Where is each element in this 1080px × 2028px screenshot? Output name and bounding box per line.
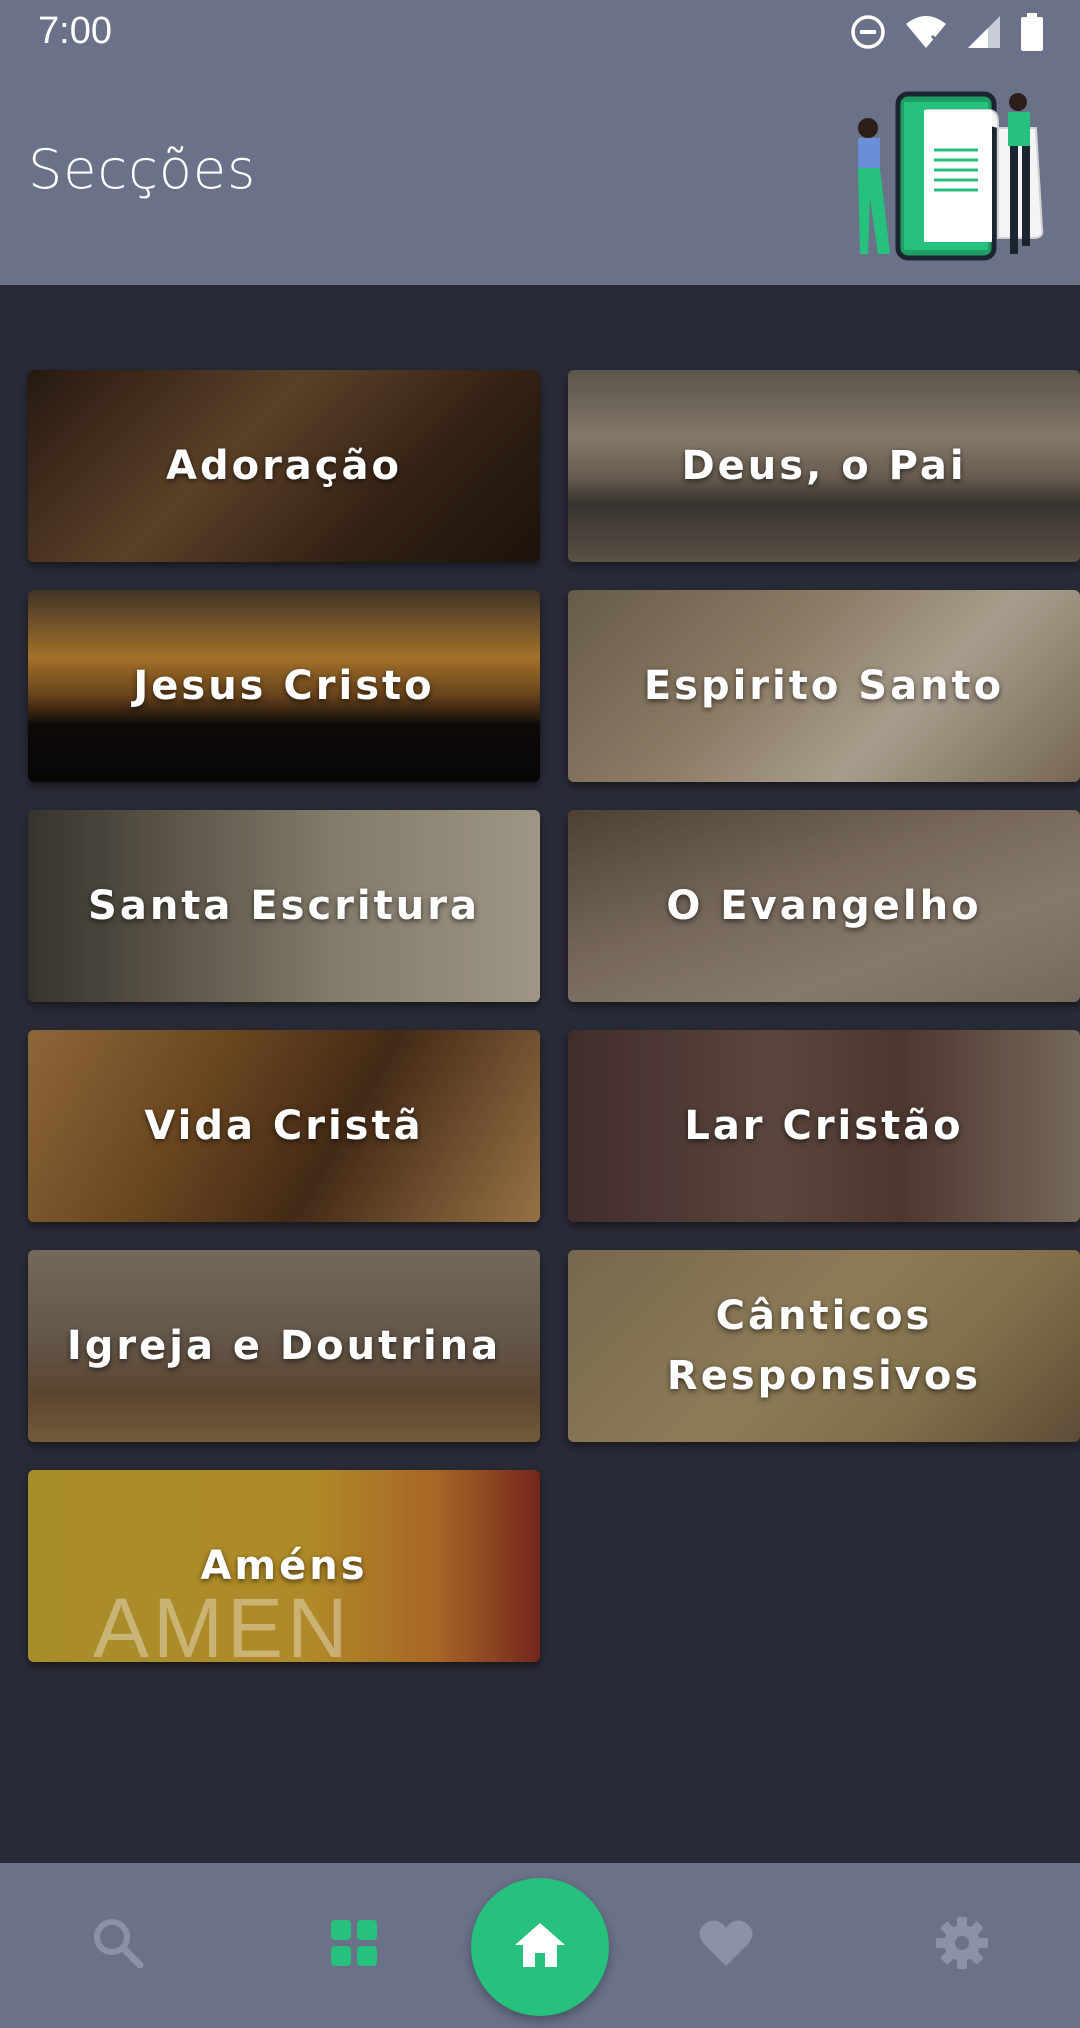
section-label: Jesus Cristo bbox=[133, 663, 435, 709]
signal-icon bbox=[966, 14, 1002, 54]
nav-sections-button[interactable] bbox=[314, 1905, 394, 1985]
home-icon bbox=[513, 1921, 567, 1973]
section-card-vida-crista[interactable]: Vida Cristã bbox=[28, 1030, 540, 1222]
section-card-jesus-cristo[interactable]: Jesus Cristo bbox=[28, 590, 540, 782]
status-bar: 7:00 bbox=[0, 0, 1080, 68]
nav-search-button[interactable] bbox=[78, 1905, 158, 1985]
section-card-canticos-responsivos[interactable]: Cânticos Responsivos bbox=[568, 1250, 1080, 1442]
home-button[interactable] bbox=[471, 1878, 609, 2016]
section-label: Lar Cristão bbox=[684, 1103, 964, 1149]
section-card-o-evangelho[interactable]: O Evangelho bbox=[568, 810, 1080, 1002]
section-card-lar-cristao[interactable]: Lar Cristão bbox=[568, 1030, 1080, 1222]
section-label: Cânticos Responsivos bbox=[666, 1293, 982, 1399]
section-card-amens[interactable]: AMEN Améns bbox=[28, 1470, 540, 1662]
page-title: Secções bbox=[28, 138, 257, 201]
status-time: 7:00 bbox=[38, 10, 112, 52]
section-label: Adoração bbox=[166, 443, 402, 489]
section-label: Vida Cristã bbox=[144, 1103, 424, 1149]
section-card-santa-escritura[interactable]: Santa Escritura bbox=[28, 810, 540, 1002]
section-card-adoracao[interactable]: Adoração bbox=[28, 370, 540, 562]
section-card-igreja-e-doutrina[interactable]: Igreja e Doutrina bbox=[28, 1250, 540, 1442]
section-label: Igreja e Doutrina bbox=[66, 1323, 502, 1369]
gear-icon bbox=[935, 1916, 989, 1974]
section-label: Santa Escritura bbox=[88, 883, 480, 929]
wifi-icon bbox=[904, 14, 948, 54]
app-header: 7:00 Secções bbox=[0, 0, 1080, 285]
section-card-espirito-santo[interactable]: Espirito Santo bbox=[568, 590, 1080, 782]
section-label: O Evangelho bbox=[666, 883, 982, 929]
heart-icon bbox=[698, 1918, 754, 1972]
battery-icon bbox=[1020, 13, 1044, 55]
nav-favorites-button[interactable] bbox=[686, 1905, 766, 1985]
search-icon bbox=[90, 1915, 146, 1975]
grid-icon bbox=[329, 1918, 379, 1972]
section-label: Espirito Santo bbox=[643, 663, 1005, 709]
section-label: Deus, o Pai bbox=[681, 443, 967, 489]
nav-settings-button[interactable] bbox=[922, 1905, 1002, 1985]
people-with-phone-illustration bbox=[838, 88, 1058, 266]
section-label: Améns bbox=[200, 1543, 368, 1589]
section-card-deus-o-pai[interactable]: Deus, o Pai bbox=[568, 370, 1080, 562]
do-not-disturb-icon bbox=[850, 14, 886, 54]
